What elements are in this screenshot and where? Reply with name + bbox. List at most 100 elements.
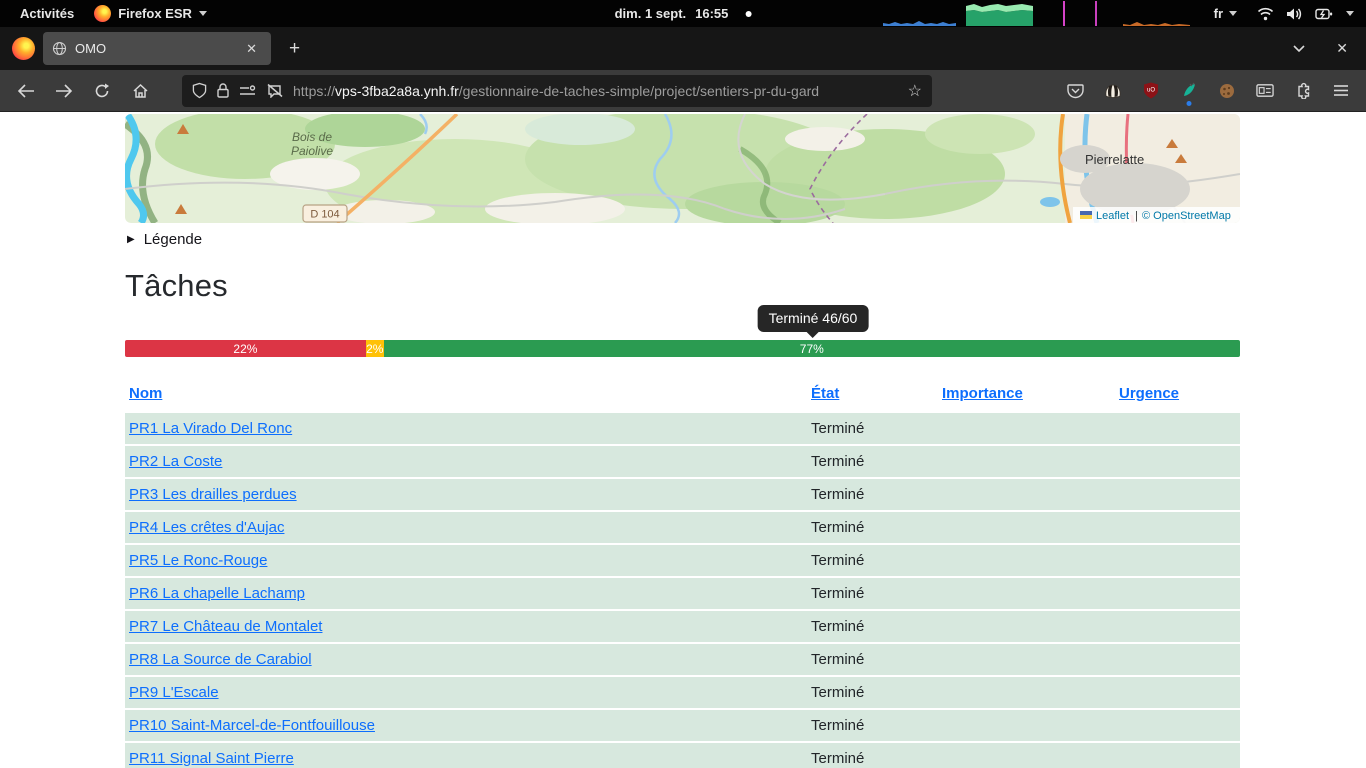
reader-card-icon[interactable] [1256,82,1274,100]
sort-header-nom[interactable]: Nom [129,385,162,402]
task-link[interactable]: PR8 La Source de Carabiol [129,651,312,668]
road-badge: D 104 [303,205,347,222]
sort-header-urgence[interactable]: Urgence [1119,385,1179,402]
chevron-down-icon [1229,11,1237,16]
page-content: Bois de Paiolive Pierrelatte D 104 Leafl… [0,112,1366,768]
task-urgence [1115,644,1240,675]
ublock-origin-icon[interactable]: uO [1142,82,1160,100]
app-menu-button[interactable]: Firefox ESR [94,5,207,22]
task-status: Terminé [807,578,938,609]
progress-segment: 2% [366,340,384,357]
activity-spikes-graph[interactable] [1043,1,1113,26]
network-monitor-graph[interactable] [883,1,956,26]
task-urgence [1115,413,1240,444]
progress-bar: 22%2%77% [125,340,1240,357]
back-button[interactable] [10,76,42,106]
task-link[interactable]: PR4 Les crêtes d'Aujac [129,519,284,536]
task-importance [938,545,1115,576]
chevron-down-icon [1346,11,1354,16]
forward-button[interactable] [48,76,80,106]
clock-date: dim. 1 sept. [615,6,687,21]
memory-monitor-graph[interactable] [966,1,1033,26]
road-badge-label: D 104 [310,209,339,221]
attribution-osm-link[interactable]: © OpenStreetMap [1142,210,1231,222]
task-link[interactable]: PR6 La chapelle Lachamp [129,585,305,602]
window-close-button[interactable]: ✕ [1336,40,1348,57]
reload-button[interactable] [86,76,118,106]
leaflet-map[interactable]: Bois de Paiolive Pierrelatte D 104 Leafl… [125,114,1240,223]
sort-header-importance[interactable]: Importance [942,385,1023,402]
url-scheme: https:// [293,83,335,99]
notification-dot [745,11,751,17]
task-link[interactable]: PR1 La Virado Del Ronc [129,420,292,437]
tracking-protection-shield-icon[interactable] [192,82,207,99]
lock-icon[interactable] [216,82,230,99]
url-path: /gestionnaire-de-taches-simple/project/s… [459,83,819,99]
task-status: Terminé [807,743,938,768]
task-link[interactable]: PR2 La Coste [129,453,222,470]
task-urgence [1115,512,1240,543]
table-row: PR2 La CosteTerminé [125,446,1240,477]
task-importance [938,611,1115,642]
wifi-icon [1257,7,1274,21]
task-link[interactable]: PR3 Les drailles perdues [129,486,297,503]
extensions-puzzle-icon[interactable] [1294,82,1312,100]
map-label-city: Pierrelatte [1085,152,1144,167]
list-all-tabs-button[interactable] [1292,44,1306,53]
clock-time: 16:55 [695,6,728,21]
home-button[interactable] [124,76,156,106]
browser-nav-bar: https://vps-3fba2a8a.ynh.fr/gestionnaire… [0,70,1366,112]
task-urgence [1115,446,1240,477]
attribution-leaflet-link[interactable]: Leaflet [1096,210,1129,222]
clock-button[interactable]: dim. 1 sept. 16:55 [615,6,752,21]
task-urgence [1115,545,1240,576]
task-importance [938,413,1115,444]
cookie-extension-icon[interactable] [1218,82,1236,100]
bookmark-star-icon[interactable]: ☆ [908,81,922,101]
notifications-blocked-icon[interactable] [266,83,284,98]
system-status-area[interactable] [1257,7,1354,21]
stylus-extension-icon[interactable] [1180,82,1198,100]
table-row: PR5 Le Ronc-RougeTerminé [125,545,1240,576]
task-link[interactable]: PR5 Le Ronc-Rouge [129,552,267,569]
tab-close-button[interactable]: ✕ [241,39,262,59]
activities-button[interactable]: Activités [14,4,80,23]
new-tab-button[interactable]: + [279,36,310,62]
task-importance [938,479,1115,510]
attribution-separator: | [1135,210,1138,222]
browser-tab-bar: OMO ✕ + ✕ [0,27,1366,70]
svg-text:uO: uO [1147,88,1155,94]
map-attribution: Leaflet | © OpenStreetMap [1073,207,1240,223]
privacy-badger-icon[interactable] [1104,82,1122,100]
sort-header-etat[interactable]: État [811,385,839,402]
table-row: PR10 Saint-Marcel-de-FontfouillouseTermi… [125,710,1240,741]
table-row: PR8 La Source de Carabiol Terminé [125,644,1240,675]
task-link[interactable]: PR11 Signal Saint Pierre [129,750,294,767]
progress-tooltip: Terminé 46/60 [758,305,869,332]
progress-segment: 22% [125,340,366,357]
menu-hamburger-icon[interactable] [1332,82,1350,100]
permissions-icon[interactable] [239,84,257,98]
task-urgence [1115,479,1240,510]
pocket-icon[interactable] [1066,82,1084,100]
legend-toggle[interactable]: ▶ Légende [127,231,1240,248]
url-text[interactable]: https://vps-3fba2a8a.ynh.fr/gestionnaire… [293,83,899,99]
task-urgence [1115,743,1240,768]
map-label-forest-line1: Bois de [292,130,332,144]
cpu-monitor-graph[interactable] [1123,1,1190,26]
tab-omo[interactable]: OMO ✕ [43,32,271,65]
task-link[interactable]: PR9 L'Escale [129,684,219,701]
task-status: Terminé [807,644,938,675]
keyboard-layout-button[interactable]: fr [1214,6,1237,21]
legend-label: Légende [144,231,202,248]
url-bar[interactable]: https://vps-3fba2a8a.ynh.fr/gestionnaire… [182,75,932,107]
table-row: PR6 La chapelle Lachamp Terminé [125,578,1240,609]
task-link[interactable]: PR7 Le Château de Montalet [129,618,322,635]
task-importance [938,743,1115,768]
tab-title: OMO [75,41,233,56]
task-link[interactable]: PR10 Saint-Marcel-de-Fontfouillouse [129,717,375,734]
table-row: PR11 Signal Saint Pierre Terminé [125,743,1240,768]
task-urgence [1115,710,1240,741]
chevron-down-icon [199,11,207,16]
task-status: Terminé [807,512,938,543]
